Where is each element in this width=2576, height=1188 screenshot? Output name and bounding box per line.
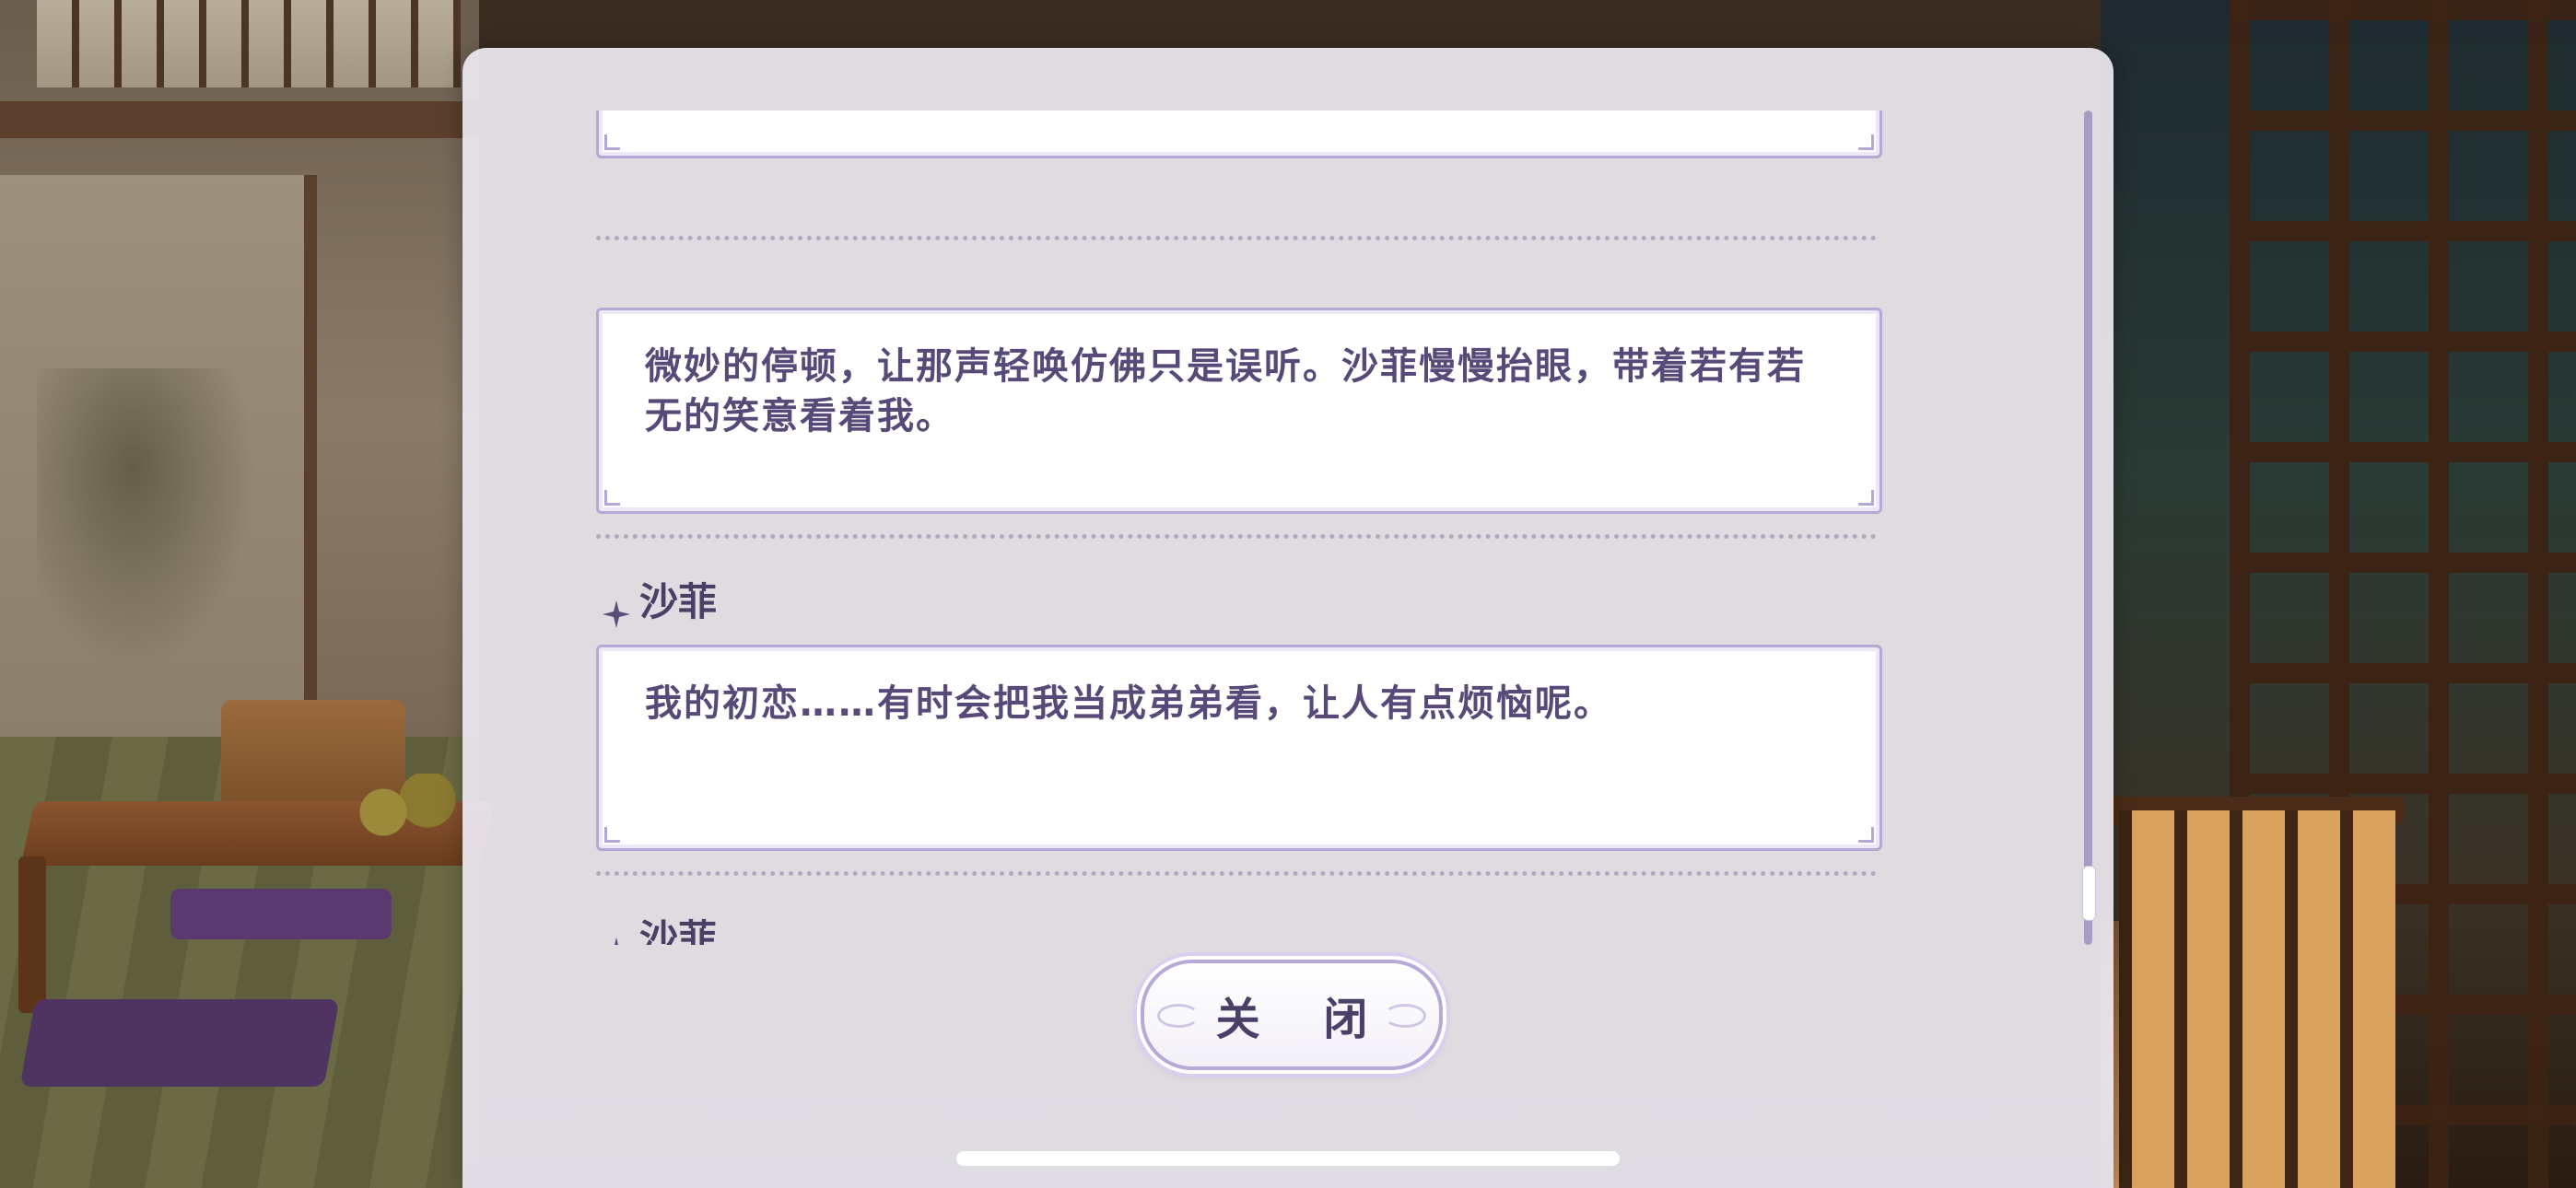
dialogue-log-scroll-area[interactable]: 微妙的停顿，让那声轻唤仿佛只是误听。沙菲慢慢抬眼，带着若有若无的笑意看着我。 沙… xyxy=(463,111,2113,945)
purple-cushion xyxy=(19,999,340,1087)
pine-tree-painting xyxy=(37,368,276,700)
close-button[interactable]: 关 闭 xyxy=(1141,960,1443,1070)
narration-text: 微妙的停顿，让那声轻唤仿佛只是误听。沙菲慢慢抬眼，带着若有若无的笑意看着我。 xyxy=(645,345,1806,437)
home-indicator-bar[interactable] xyxy=(956,1151,1620,1166)
dialogue-text: 我的初恋……有时会把我当成弟弟看，让人有点烦恼呢。 xyxy=(645,682,1612,725)
entry-divider xyxy=(596,236,1877,240)
speaker-name: 沙菲 xyxy=(639,579,718,624)
narration-bubble xyxy=(596,111,1882,158)
sparkle-icon xyxy=(603,592,630,628)
button-ornament-left xyxy=(1157,1004,1200,1028)
shoji-screen-top xyxy=(37,0,461,87)
speaker-name-row: 沙菲 xyxy=(603,571,718,628)
purple-cushion xyxy=(170,889,392,939)
dialogue-bubble: 我的初恋……有时会把我当成弟弟看，让人有点烦恼呢。 xyxy=(596,645,1882,851)
entry-divider xyxy=(596,534,1877,539)
entry-divider xyxy=(596,871,1877,876)
floor-lantern xyxy=(2119,810,2395,1188)
sparkle-icon xyxy=(603,929,630,945)
close-button-label: 关 闭 xyxy=(1215,994,1392,1045)
wooden-beam xyxy=(0,101,479,138)
dialogue-log-panel: 微妙的停顿，让那声轻唤仿佛只是误听。沙菲慢慢抬眼，带着若有若无的笑意看着我。 沙… xyxy=(463,48,2113,1188)
scrollbar-track[interactable] xyxy=(2084,111,2092,945)
narration-bubble: 微妙的停顿，让那声轻唤仿佛只是误听。沙菲慢慢抬眼，带着若有若无的笑意看着我。 xyxy=(596,308,1882,514)
speaker-name: 沙菲 xyxy=(639,916,718,945)
table-leg xyxy=(18,856,46,1013)
button-ornament-right xyxy=(1384,1004,1426,1028)
scrollbar-thumb[interactable] xyxy=(2082,866,2096,921)
tea-set xyxy=(350,774,461,838)
speaker-name-row: 沙菲 xyxy=(603,908,717,945)
